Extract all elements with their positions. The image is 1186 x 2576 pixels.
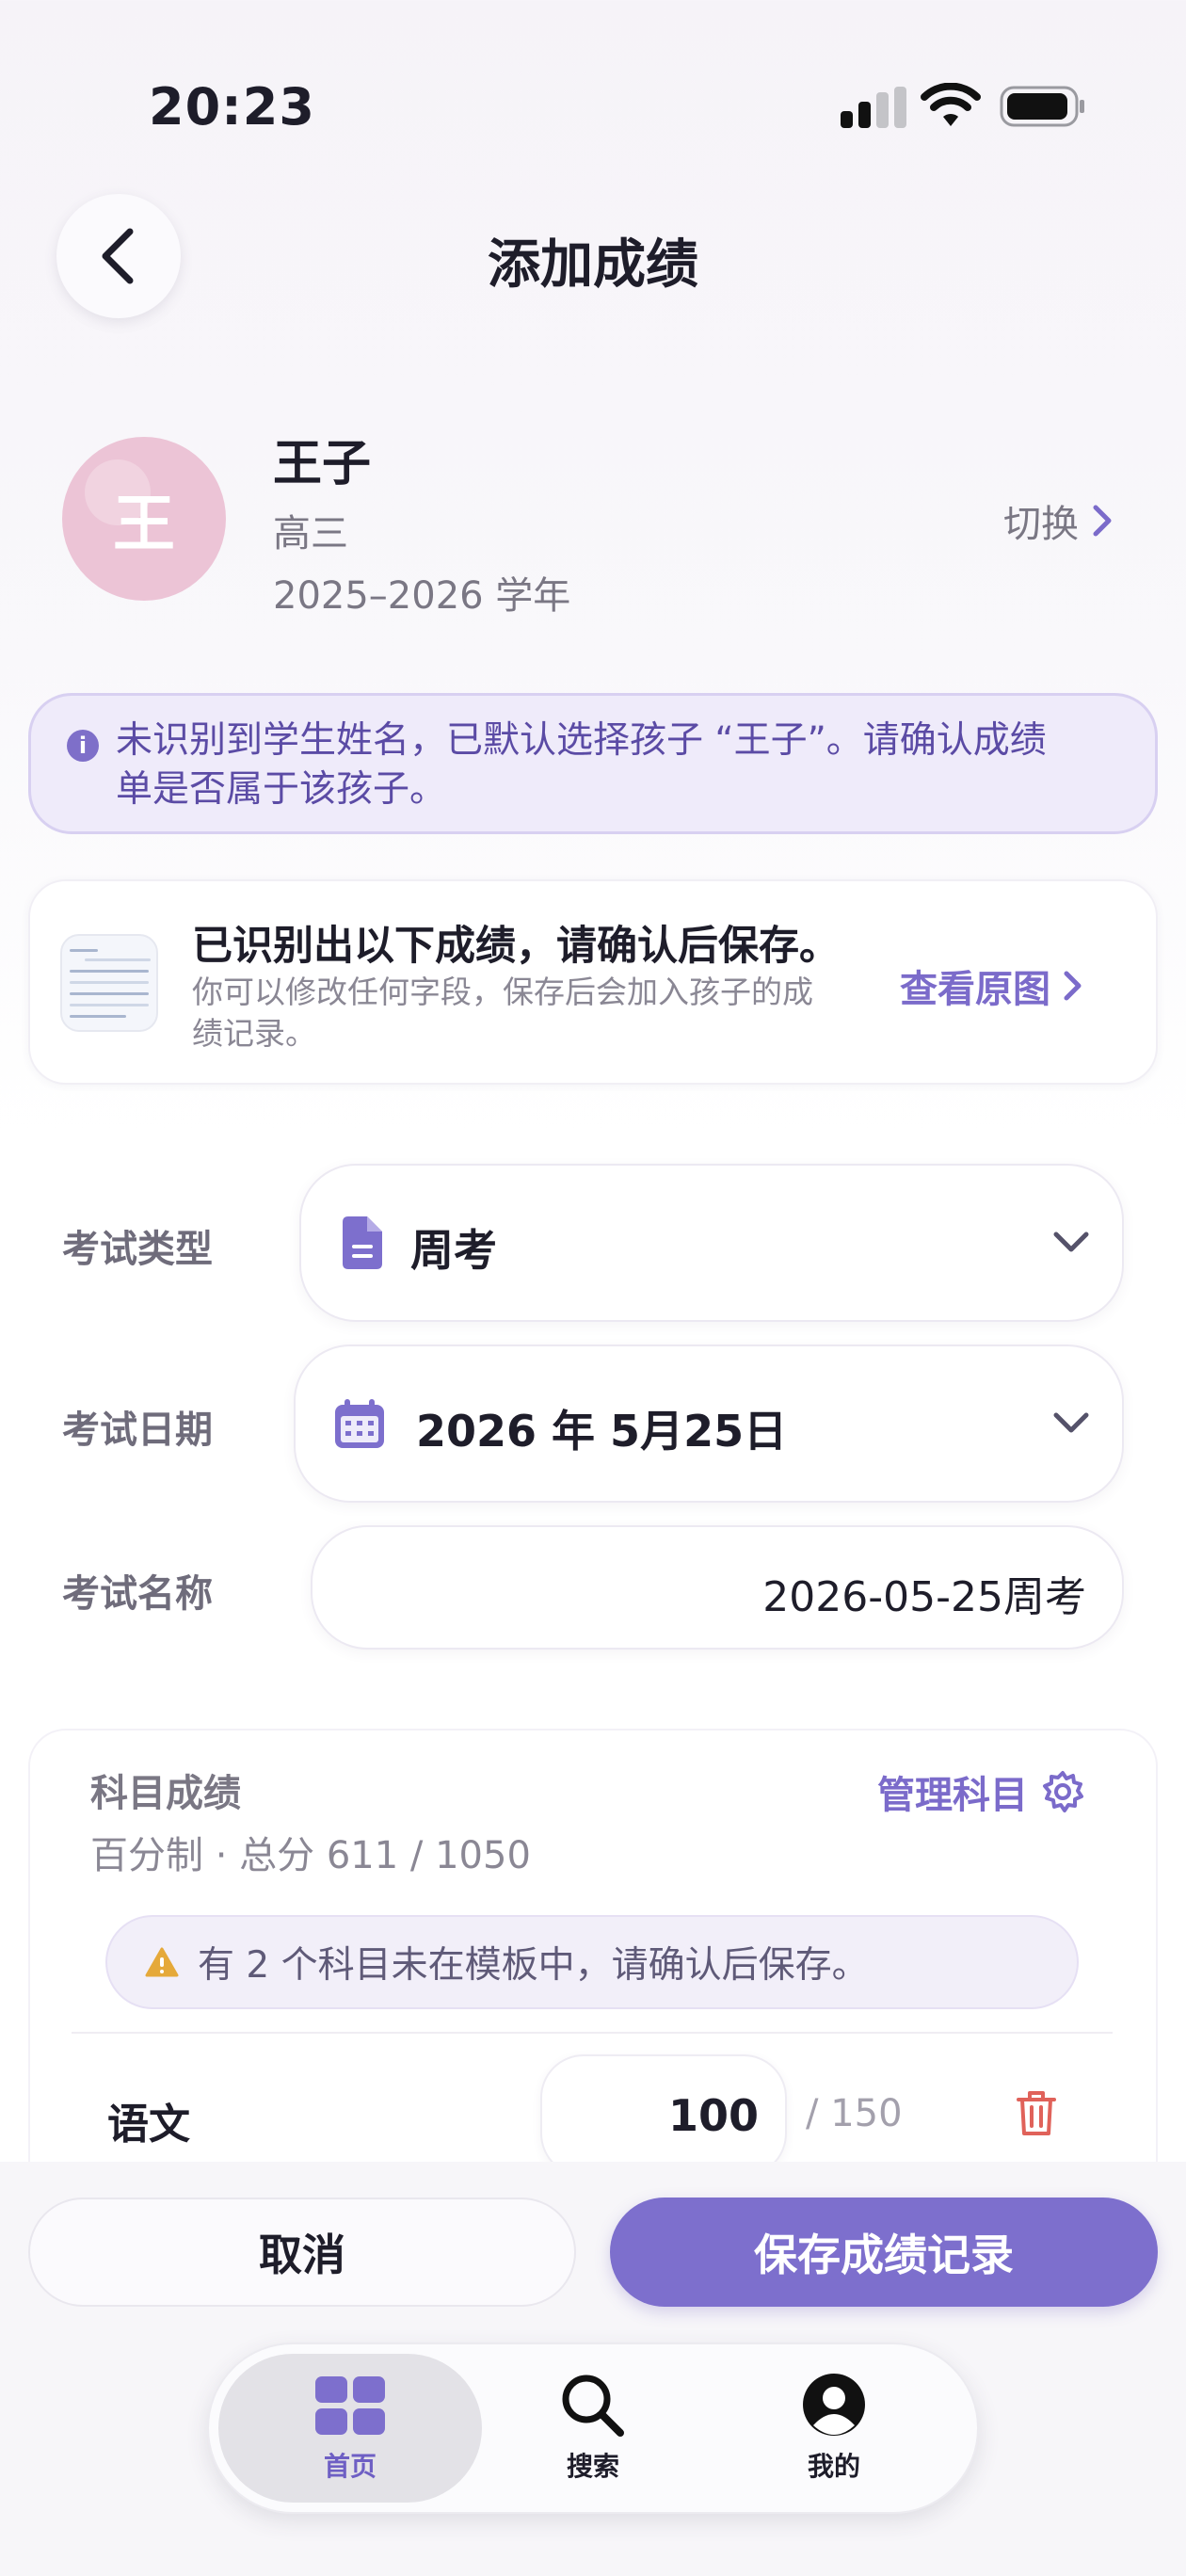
subjects-warning-banner: 有 2 个科目未在模板中，请确认后保存。	[105, 1915, 1079, 2009]
notice-text-line2: 单是否属于该孩子。	[116, 768, 447, 811]
tab-home[interactable]: 首页	[247, 2375, 454, 2484]
subject-name: 语文	[107, 2101, 190, 2149]
calendar-icon	[335, 1399, 384, 1448]
trash-icon[interactable]	[1015, 2088, 1058, 2137]
tab-home-label: 首页	[323, 2451, 377, 2482]
subjects-title: 科目成绩	[90, 1772, 241, 1815]
exam-date-picker[interactable]: 2026 年 5月25日	[294, 1344, 1124, 1503]
warning-icon	[145, 1947, 179, 1977]
exam-date-value: 2026 年 5月25日	[416, 1406, 788, 1457]
gear-icon	[1043, 1771, 1083, 1812]
recognition-title: 已识别出以下成绩，请确认后保存。	[192, 923, 840, 970]
exam-type-select[interactable]: 周考	[299, 1164, 1124, 1322]
switch-student-button[interactable]: 切换	[1003, 493, 1114, 548]
exam-date-label: 考试日期	[62, 1409, 213, 1452]
subjects-warning-text: 有 2 个科目未在模板中，请确认后保存。	[198, 1944, 869, 1987]
switch-label: 切换	[1003, 503, 1079, 546]
scorecard-thumbnail[interactable]	[60, 934, 158, 1032]
student-name: 王子	[273, 436, 372, 492]
chevron-down-icon	[1053, 1232, 1089, 1252]
chevron-right-icon	[1064, 971, 1082, 1001]
chevron-down-icon	[1053, 1412, 1089, 1433]
view-original-button[interactable]: 查看原图	[900, 958, 1084, 1013]
exam-type-value: 周考	[410, 1225, 497, 1276]
student-notice-banner: i 未识别到学生姓名，已默认选择孩子 “王子”。请确认成绩 单是否属于该孩子。	[28, 693, 1158, 834]
exam-name-label: 考试名称	[62, 1572, 213, 1616]
divider	[72, 2032, 1113, 2034]
status-time: 20:23	[149, 77, 315, 137]
grid-icon	[315, 2376, 385, 2435]
manage-subjects-button[interactable]: 管理科目	[877, 1764, 1084, 1819]
recognition-desc-line2: 绩记录。	[192, 1015, 316, 1052]
subject-score-input[interactable]: 100	[540, 2054, 787, 2177]
info-icon: i	[67, 730, 99, 762]
exam-name-value: 2026-05-25周考	[762, 1573, 1086, 1621]
cellular-signal-icon	[841, 87, 906, 128]
student-school-year: 2025–2026 学年	[273, 574, 571, 618]
save-scores-button[interactable]: 保存成绩记录	[610, 2198, 1158, 2307]
wifi-icon	[921, 83, 981, 126]
manage-subjects-label: 管理科目	[877, 1774, 1028, 1817]
recognition-description: 你可以修改任何字段，保存后会加入孩子的成 绩记录。	[192, 972, 879, 1055]
student-grade: 高三	[273, 512, 348, 555]
avatar-initial: 王	[113, 488, 175, 560]
tab-profile-label: 我的	[807, 2451, 860, 2482]
tab-profile[interactable]: 我的	[730, 2373, 938, 2484]
page-title: 添加成绩	[488, 234, 698, 296]
view-original-label: 查看原图	[900, 968, 1050, 1011]
chevron-right-icon	[1093, 505, 1112, 537]
tab-search[interactable]: 搜索	[489, 2373, 697, 2484]
exam-type-label: 考试类型	[62, 1228, 213, 1271]
exam-name-input[interactable]: 2026-05-25周考	[311, 1525, 1124, 1650]
profile-icon	[803, 2374, 865, 2436]
battery-icon	[1000, 86, 1084, 127]
subjects-total-meta: 百分制 · 总分 611 / 1050	[90, 1834, 531, 1877]
document-icon	[343, 1216, 382, 1269]
cancel-button[interactable]: 取消	[28, 2198, 576, 2307]
student-avatar: 王	[62, 437, 226, 601]
subject-score-max: / 150	[806, 2092, 903, 2135]
tab-search-label: 搜索	[566, 2451, 619, 2482]
search-icon	[562, 2375, 624, 2437]
notice-text-line1: 未识别到学生姓名，已默认选择孩子 “王子”。请确认成绩	[116, 719, 1047, 762]
recognition-desc-line1: 你可以修改任何字段，保存后会加入孩子的成	[192, 974, 813, 1010]
